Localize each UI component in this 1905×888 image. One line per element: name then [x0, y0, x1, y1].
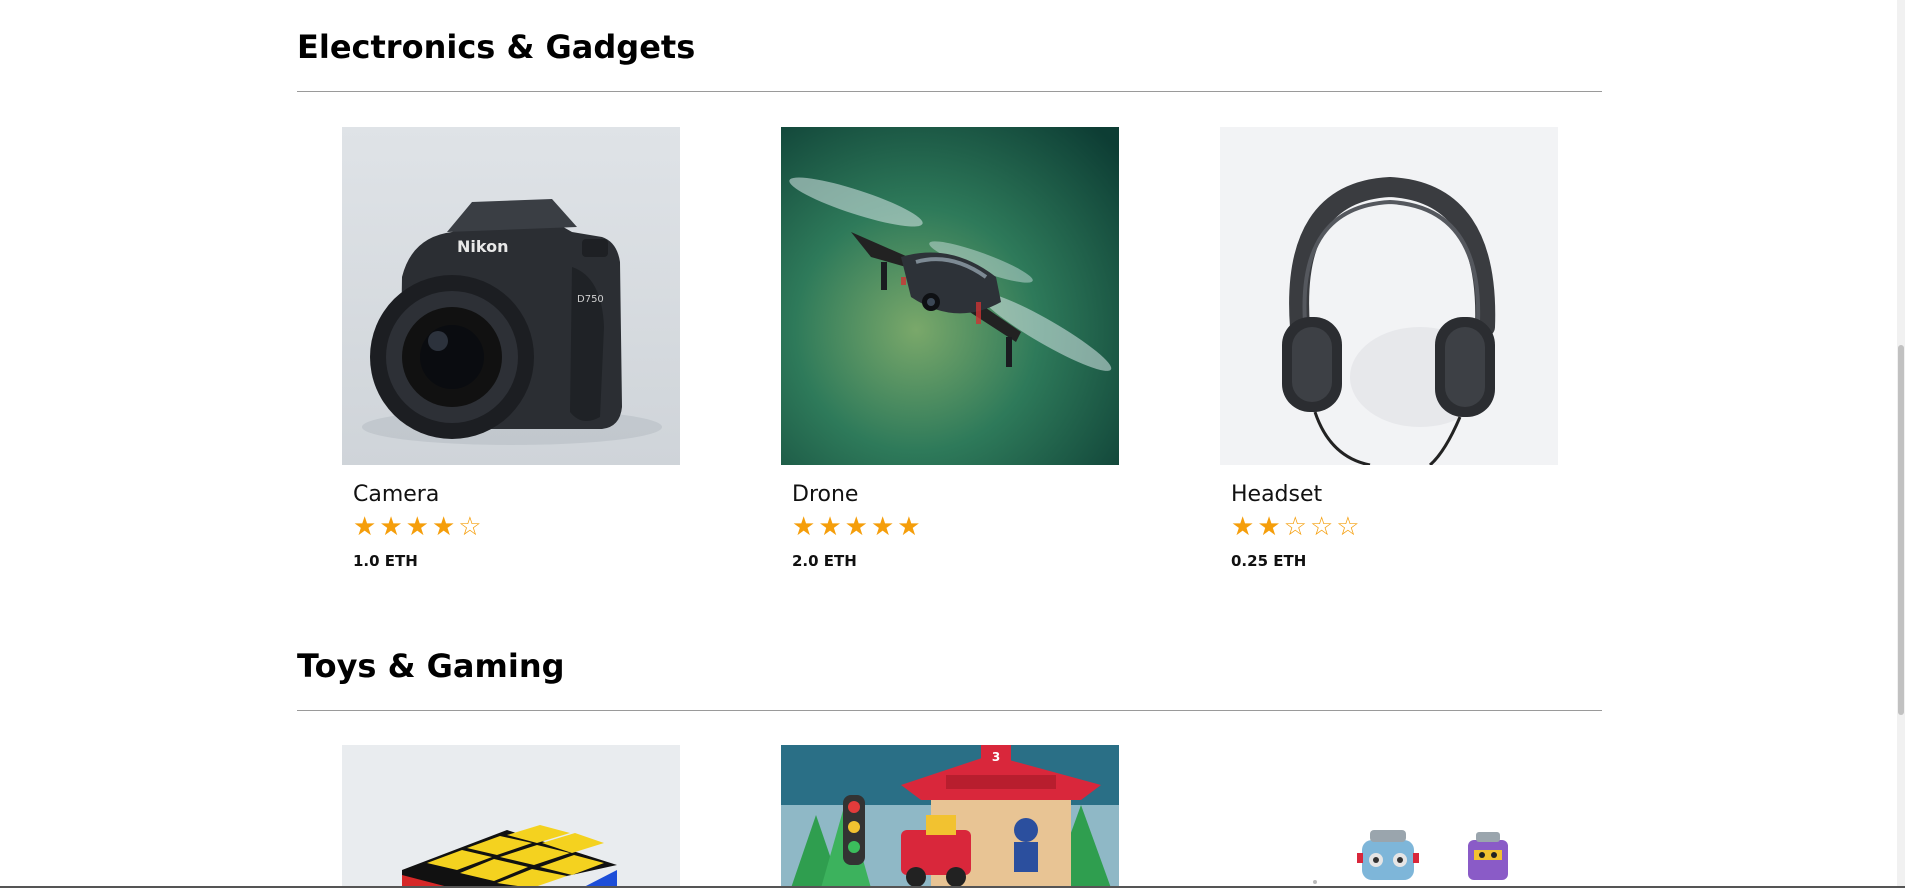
section-divider — [297, 710, 1602, 711]
star-empty-icon: ☆ — [1309, 512, 1334, 542]
scrollbar-thumb[interactable] — [1898, 345, 1904, 715]
product-card-headset[interactable]: Headset ★ ★ ☆ ☆ ☆ 0.25 ETH — [1220, 127, 1558, 570]
svg-text:D750: D750 — [577, 294, 604, 305]
star-filled-icon: ★ — [431, 512, 456, 542]
star-filled-icon: ★ — [379, 512, 403, 542]
product-card-rubiks-cube[interactable] — [342, 745, 680, 888]
star-filled-icon: ★ — [870, 512, 895, 542]
star-empty-icon: ☆ — [458, 512, 482, 542]
camera-image[interactable]: Nikon D750 — [342, 127, 680, 465]
rating-stars: ★ ★ ☆ ☆ ☆ — [1231, 514, 1558, 540]
section-toys: Toys & Gaming — [297, 646, 1602, 711]
section-title: Electronics & Gadgets — [297, 28, 696, 66]
svg-text:3: 3 — [992, 750, 1000, 764]
product-price: 0.25 ETH — [1231, 552, 1307, 570]
page-scrollbar[interactable] — [1897, 0, 1905, 888]
product-price: 1.0 ETH — [353, 552, 418, 570]
section-title: Toys & Gaming — [297, 647, 565, 685]
star-filled-icon: ★ — [792, 512, 816, 542]
product-card-drone[interactable]: Drone ★ ★ ★ ★ ★ 2.0 ETH — [781, 127, 1119, 570]
section-divider — [297, 91, 1602, 92]
product-card-toy-robots[interactable] — [1220, 745, 1558, 888]
star-filled-icon: ★ — [818, 512, 842, 542]
product-name[interactable]: Headset — [1231, 482, 1558, 508]
product-card-camera[interactable]: Nikon D750 Camera ★ ★ ★ ★ ☆ 1.0 ETH — [342, 127, 680, 570]
star-empty-icon: ☆ — [1283, 512, 1307, 542]
product-name[interactable]: Camera — [353, 482, 680, 508]
star-empty-icon: ☆ — [1336, 512, 1360, 542]
page: Electronics & Gadgets Nikon D750 Camera … — [0, 0, 1905, 888]
star-filled-icon: ★ — [1257, 512, 1281, 542]
toy-train-station-image[interactable]: 3 — [781, 745, 1119, 888]
star-filled-icon: ★ — [353, 512, 377, 542]
drone-image[interactable] — [781, 127, 1119, 465]
toy-robots-image[interactable] — [1220, 745, 1558, 888]
product-price: 2.0 ETH — [792, 552, 857, 570]
product-name[interactable]: Drone — [792, 482, 1119, 508]
rating-stars: ★ ★ ★ ★ ☆ — [353, 514, 680, 540]
headset-image[interactable] — [1220, 127, 1558, 465]
rubiks-cube-image[interactable] — [342, 745, 680, 888]
product-card-toy-train-station[interactable]: 3 — [781, 745, 1119, 888]
svg-text:Nikon: Nikon — [457, 237, 508, 256]
star-filled-icon: ★ — [405, 512, 429, 542]
star-filled-icon: ★ — [844, 512, 868, 542]
section-electronics: Electronics & Gadgets — [297, 27, 1602, 92]
rating-stars: ★ ★ ★ ★ ★ — [792, 514, 1119, 540]
star-filled-icon: ★ — [1231, 512, 1255, 542]
star-filled-icon: ★ — [897, 512, 921, 542]
